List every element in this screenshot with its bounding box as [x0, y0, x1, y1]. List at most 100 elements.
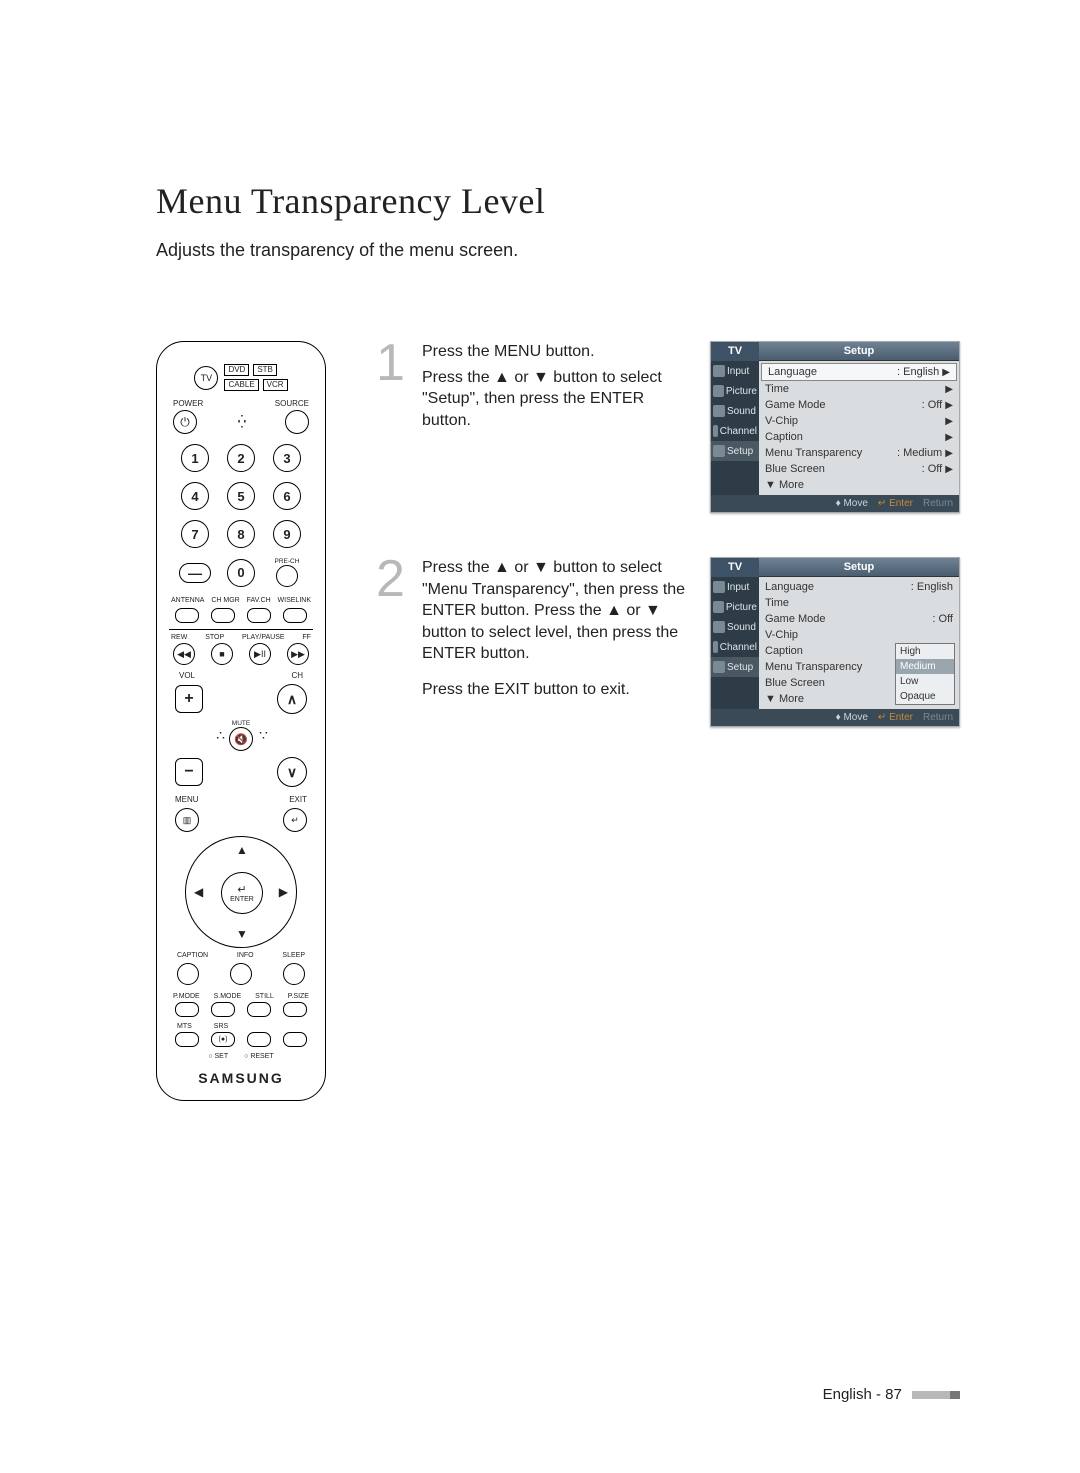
extra2-button [283, 1032, 307, 1047]
remote-cable-mode: CABLE [224, 379, 258, 391]
num-8: 8 [227, 520, 255, 548]
rew-button: ◀◀ [173, 643, 195, 665]
rew-label: REW [171, 634, 187, 641]
source-button [285, 410, 309, 434]
stop-label: STOP [205, 634, 224, 641]
num-5: 5 [227, 482, 255, 510]
play-label: PLAY/PAUSE [242, 634, 285, 641]
led-dots: ∴∵ [238, 416, 245, 427]
dpad-down-icon: ▼ [236, 927, 248, 941]
step-2-line-1: Press the ▲ or ▼ button to select "Menu … [422, 557, 690, 665]
osd2-tv: TV [711, 558, 759, 577]
remote-stb-mode: STB [253, 364, 277, 376]
vol-down: − [175, 758, 203, 786]
power-label: POWER [173, 399, 203, 408]
mts-button [175, 1032, 199, 1047]
ch-down: ∨ [277, 757, 307, 787]
smode-button [211, 1002, 235, 1017]
play-button: ▶II [249, 643, 271, 665]
ff-button: ▶▶ [287, 643, 309, 665]
still-button [247, 1002, 271, 1017]
stop-button: ■ [211, 643, 233, 665]
step-1-number: 1 [376, 341, 412, 385]
input-icon [713, 581, 725, 593]
footer-cap-icon [950, 1391, 960, 1399]
osd-setup-2: TV Setup Input Picture Sound Channel Set… [710, 557, 960, 727]
dpad-up-icon: ▲ [236, 843, 248, 857]
srs-button: (●) [211, 1032, 235, 1047]
sound-icon [713, 405, 725, 417]
dpad-left-icon: ◀ [194, 885, 203, 899]
menu-label: MENU [175, 795, 199, 804]
step-1-line-1: Press the MENU button. [422, 341, 690, 363]
content: TV DVD STB CABLE VCR POWER SOURCE ⏻ [156, 341, 960, 1101]
osd2-list: Language: English Time Game Mode: Off V-… [759, 577, 959, 709]
step-2: 2 Press the ▲ or ▼ button to select "Men… [376, 557, 960, 751]
osd2-sidebar: Input Picture Sound Channel Setup [711, 577, 759, 709]
num-1: 1 [181, 444, 209, 472]
setup-icon [713, 445, 725, 457]
osd2-title: Setup [759, 558, 959, 577]
page-title: Menu Transparency Level [156, 180, 960, 222]
enter-button: ↵ ENTER [221, 872, 263, 914]
num-6: 6 [273, 482, 301, 510]
prech-button [276, 565, 298, 587]
picture-icon [713, 601, 724, 613]
power-button: ⏻ [173, 410, 197, 434]
ch-label: CH [291, 671, 303, 680]
vol-label: VOL [179, 671, 195, 680]
osd1-tv: TV [711, 342, 759, 361]
step-1-line-2: Press the ▲ or ▼ button to select "Setup… [422, 367, 690, 432]
num-3: 3 [273, 444, 301, 472]
vol-up: + [175, 685, 203, 713]
num-7: 7 [181, 520, 209, 548]
page-footer: English - 87 [823, 1386, 960, 1403]
osd1-title: Setup [759, 342, 959, 361]
pmode-button [175, 1002, 199, 1017]
num-0: 0 [227, 559, 255, 587]
osd1-list: Language: English ▶ Time▶ Game Mode: Off… [759, 361, 959, 495]
page-subtitle: Adjusts the transparency of the menu scr… [156, 240, 960, 261]
channel-icon [713, 641, 718, 653]
step-2-line-2: Press the EXIT button to exit. [422, 679, 690, 701]
remote-dvd-mode: DVD [224, 364, 249, 376]
chmgr-label: CH MGR [211, 597, 239, 604]
psize-button [283, 1002, 307, 1017]
antenna-label: ANTENNA [171, 597, 204, 604]
num-4: 4 [181, 482, 209, 510]
wiselink-button [283, 608, 307, 623]
step-2-number: 2 [376, 557, 412, 601]
brand-logo: SAMSUNG [169, 1070, 313, 1086]
info-button [230, 963, 252, 985]
dpad-right-icon: ▶ [279, 885, 288, 899]
remote-illustration: TV DVD STB CABLE VCR POWER SOURCE ⏻ [156, 341, 326, 1101]
sleep-button [283, 963, 305, 985]
footer-bar-icon [912, 1391, 950, 1399]
ff-label: FF [302, 634, 311, 641]
extra1-button [247, 1032, 271, 1047]
manual-page: Menu Transparency Level Adjusts the tran… [0, 0, 1080, 1473]
channel-icon [713, 425, 718, 437]
menu-button: ▥ [175, 808, 199, 832]
input-icon [713, 365, 725, 377]
picture-icon [713, 385, 724, 397]
prech-label: PRE-CH [275, 558, 300, 565]
exit-button: ↵ [283, 808, 307, 832]
wiselink-label: WISELINK [278, 597, 311, 604]
favch-label: FAV.CH [247, 597, 271, 604]
dash-button: — [179, 563, 211, 583]
osd1-sidebar: Input Picture Sound Channel Setup [711, 361, 759, 495]
dpad: ▲ ▼ ◀ ▶ ↵ ENTER [185, 836, 297, 948]
mute-button: 🔇 [229, 727, 253, 751]
favch-button [247, 608, 271, 623]
source-label: SOURCE [275, 399, 309, 408]
sound-icon [713, 621, 725, 633]
setup-icon [713, 661, 725, 673]
transparency-submenu: High Medium Low Opaque [895, 643, 955, 705]
step-1: 1 Press the MENU button. Press the ▲ or … [376, 341, 960, 537]
ch-up: ∧ [277, 684, 307, 714]
remote-vcr-mode: VCR [263, 379, 288, 391]
num-9: 9 [273, 520, 301, 548]
antenna-button [175, 608, 199, 623]
remote-tv-mode: TV [194, 366, 218, 390]
